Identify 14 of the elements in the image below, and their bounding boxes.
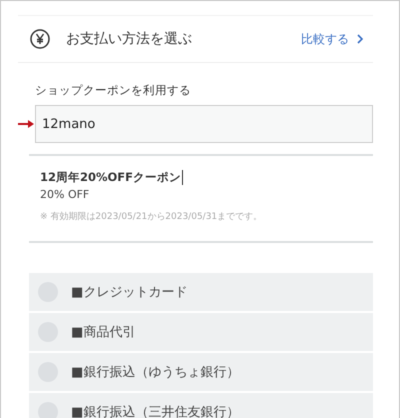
coupon-input[interactable]: 12mano <box>35 105 373 143</box>
validity-note: ※ 有効期限は2023/05/21から2023/05/31までです。 <box>40 210 262 223</box>
compare-link[interactable]: 比較する <box>301 30 363 48</box>
chevron-icon <box>357 34 363 44</box>
payment-option[interactable]: ■銀行振込（三井住友銀行） <box>29 393 373 418</box>
payment-option[interactable]: ■クレジットカード <box>29 273 373 311</box>
yen-icon <box>30 29 50 49</box>
coupon-discount: 20% OFF <box>40 188 90 201</box>
payment-option[interactable]: ■銀行振込（ゆうちょ銀行） <box>29 353 373 391</box>
section-title: お支払い方法を選ぶ <box>66 30 193 48</box>
arrow-icon <box>18 120 34 128</box>
payment-option[interactable]: ■商品代引 <box>29 313 373 351</box>
coupon-label: ショップクーポンを利用する <box>35 83 191 98</box>
coupon-name: 12周年20%OFFクーポン <box>40 170 184 185</box>
